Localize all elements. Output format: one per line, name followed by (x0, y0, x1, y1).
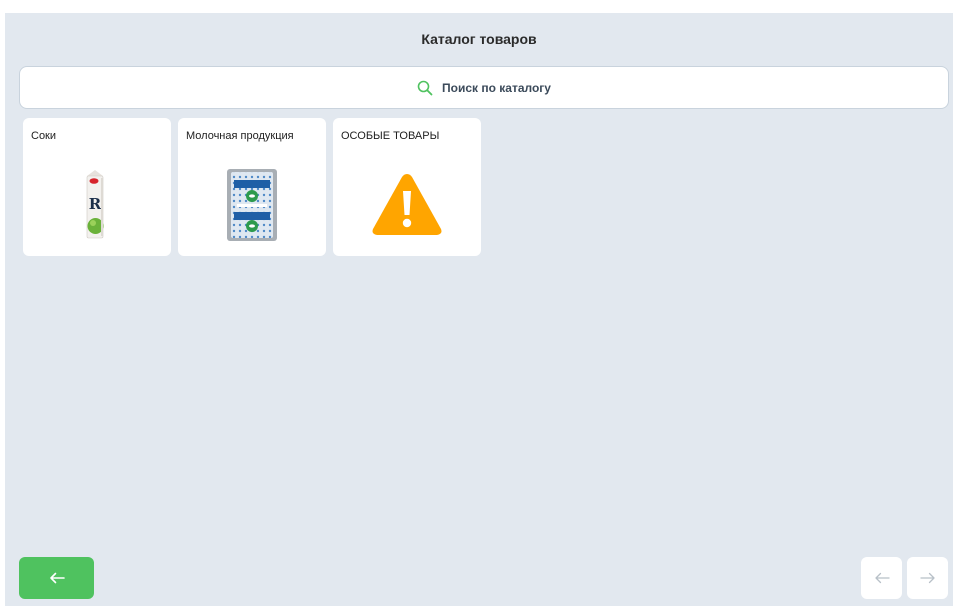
category-label: Молочная продукция (186, 130, 294, 142)
category-card-juices[interactable]: Соки R (23, 118, 171, 256)
arrow-left-icon (874, 572, 890, 584)
category-label: ОСОБЫЕ ТОВАРЫ (341, 130, 440, 142)
category-card-dairy[interactable]: Молочная продукция (178, 118, 326, 256)
search-label: Поиск по каталогу (442, 80, 551, 95)
search-icon (417, 80, 433, 95)
warning-triangle-icon (372, 174, 442, 235)
page-title: Каталог товаров (421, 31, 537, 47)
svg-text:R: R (89, 195, 102, 213)
arrow-right-icon (919, 572, 935, 584)
previous-page-button[interactable] (861, 557, 902, 599)
next-page-button[interactable] (907, 557, 948, 599)
catalog-screen: Каталог товаров Поиск по каталогу Соки R… (5, 13, 953, 606)
category-card-special[interactable]: ОСОБЫЕ ТОВАРЫ (333, 118, 481, 256)
category-label: Соки (31, 130, 57, 142)
arrow-left-icon (49, 572, 65, 584)
dairy-pack-image (227, 169, 277, 241)
back-button[interactable] (19, 557, 94, 599)
juice-carton-image: R (86, 170, 104, 239)
catalog-search-button[interactable]: Поиск по каталогу (19, 66, 949, 109)
